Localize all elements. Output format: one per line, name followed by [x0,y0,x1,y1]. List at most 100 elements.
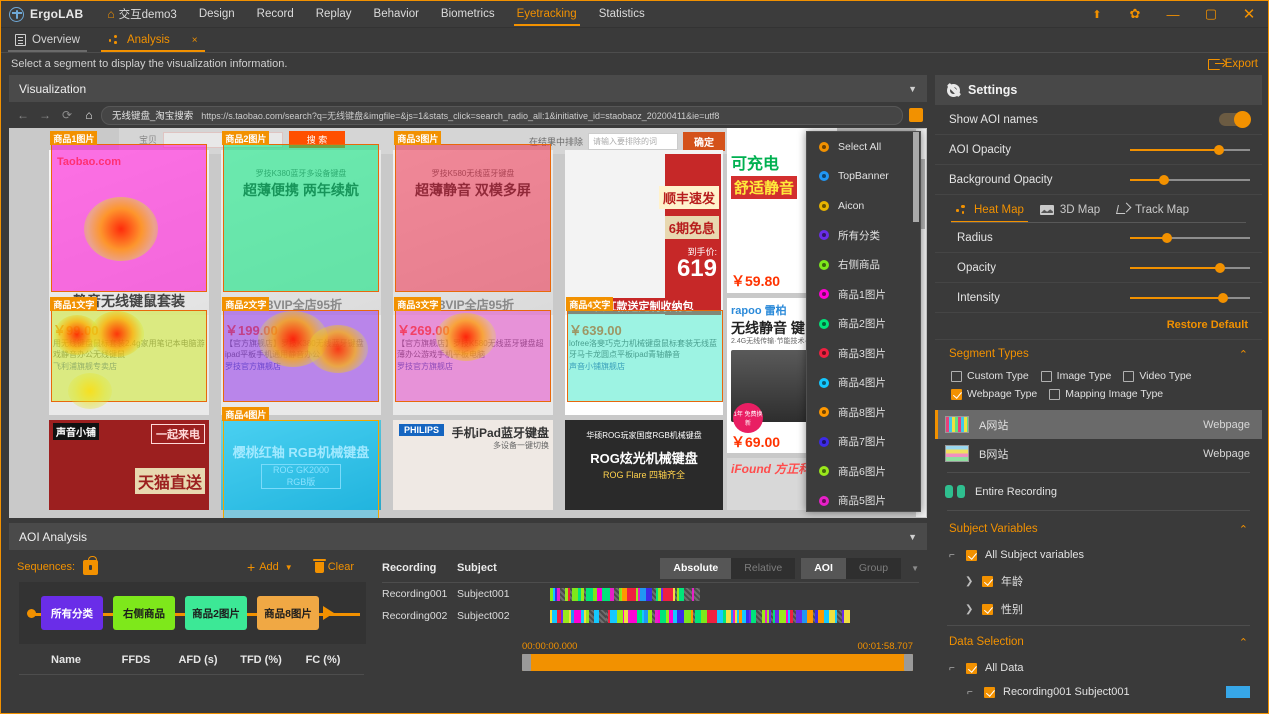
lock-icon[interactable] [83,560,98,575]
tab-track-map[interactable]: Track Map [1112,202,1197,223]
dropdown-scrollbar[interactable] [912,132,920,511]
timeline-handle-right[interactable] [904,654,913,671]
expand-arrow-icon[interactable]: ⌐ [949,550,958,561]
chevron-up-icon[interactable]: ⌃ [1239,636,1248,649]
dropdown-item[interactable]: 商品3图片 [807,339,920,369]
menu-item-replay[interactable]: Replay [305,3,363,26]
sequence-box[interactable]: 商品2图片 [185,596,247,630]
menu-item-record[interactable]: Record [246,3,305,26]
dropdown-item[interactable]: 商品5图片 [807,486,920,512]
dropdown-item[interactable]: 右侧商品 [807,250,920,280]
aoi-dropdown-menu[interactable]: Select AllTopBannerAicon所有分类右侧商品商品1图片商品2… [806,131,921,512]
expand-arrow-icon[interactable]: ⌐ [949,663,958,674]
sequence-box[interactable]: 所有分类 [41,596,103,630]
aoi-region[interactable]: 商品3文字 [395,310,551,402]
dropdown-item[interactable]: 商品6图片 [807,457,920,487]
dropdown-item[interactable]: 所有分类 [807,221,920,251]
tab-3d-map[interactable]: 3D Map [1036,202,1108,223]
aoi-opacity-slider[interactable] [1130,144,1250,156]
menu-item-project[interactable]: ⌂ 交互demo3 [93,1,187,28]
checkbox-box[interactable] [982,576,993,587]
restore-default-button[interactable]: Restore Default [935,313,1262,340]
menu-item-biometrics[interactable]: Biometrics [430,3,506,26]
home-icon[interactable]: ⌂ [79,108,99,122]
sequence-flow[interactable]: 所有分类右侧商品商品2图片商品8图片 [19,582,366,644]
dropdown-item[interactable]: Select All [807,132,920,162]
dropdown-scrollbar-thumb[interactable] [913,132,919,222]
upload-icon[interactable]: ⬆ [1078,1,1116,27]
exclude-confirm-button[interactable]: 确定 [683,132,725,151]
menu-item-eyetracking[interactable]: Eyetracking [506,3,588,26]
checkbox-image-type[interactable]: Image Type [1041,370,1112,382]
chevron-down-icon[interactable]: ▼ [908,532,917,542]
close-icon[interactable]: × [192,35,198,46]
segment-types-header[interactable]: Segment Types ⌃ [935,340,1262,368]
dropdown-item[interactable]: 商品1图片 [807,280,920,310]
export-button[interactable]: Export [1208,58,1258,70]
chevron-right-icon[interactable]: ❯ [965,576,974,587]
tree-row-recording001[interactable]: ⌐ Recording001 Subject001 [935,680,1262,704]
checkbox-box[interactable] [966,663,977,674]
intensity-slider[interactable] [1130,292,1250,304]
exclude-input[interactable]: 请输入要排除的词 [588,133,678,150]
dropdown-item[interactable]: 商品7图片 [807,427,920,457]
gear-icon[interactable]: ✿ [1116,1,1154,27]
reload-icon[interactable]: ⟳ [57,108,77,122]
checkbox-box[interactable] [984,687,995,698]
aoi-timeline-track[interactable] [550,609,850,623]
aoi-region[interactable]: 商品4图片 [223,420,379,518]
chevron-down-icon[interactable]: ▼ [911,564,919,573]
minimize-icon[interactable]: — [1154,1,1192,27]
maximize-icon[interactable]: ▢ [1192,1,1230,27]
show-aoi-names-toggle[interactable] [1219,113,1250,126]
aoi-timeline-track[interactable] [550,587,700,601]
data-selection-header[interactable]: Data Selection ⌃ [935,628,1262,656]
dropdown-item[interactable]: 商品4图片 [807,368,920,398]
tab-heat-map[interactable]: Heat Map [951,202,1032,223]
bookmark-icon[interactable] [909,108,923,122]
checkbox-box[interactable] [966,550,977,561]
product-card[interactable]: 华硕ROG玩家国度RGB机械键盘 ROG炫光机械键盘 ROG Flare 四轴齐… [565,420,723,510]
tab-analysis[interactable]: Analysis × [94,28,212,52]
chevron-up-icon[interactable]: ⌃ [1239,348,1248,361]
opacity-slider[interactable] [1130,262,1250,274]
back-icon[interactable]: ← [13,108,33,122]
subject-variables-header[interactable]: Subject Variables ⌃ [935,515,1262,543]
toggle-absolute[interactable]: Absolute [660,558,731,579]
aoi-region[interactable]: 商品2图片 [223,144,379,292]
tab-overview[interactable]: Overview [1,28,94,52]
chevron-right-icon[interactable]: ❯ [965,604,974,615]
dropdown-item[interactable]: TopBanner [807,162,920,192]
expand-arrow-icon[interactable]: ⌐ [967,687,976,698]
chevron-down-icon[interactable]: ▼ [908,84,917,94]
toggle-group[interactable]: Group [846,558,901,579]
visualization-stage[interactable]: 宝贝 搜 索 在结果中排除 请输入要排除的词 确定 Taobao [9,128,927,518]
close-icon[interactable]: ✕ [1230,1,1268,27]
checkbox-mapping-image-type[interactable]: Mapping Image Type [1049,388,1163,400]
tree-row-all-subject-variables[interactable]: ⌐ All Subject variables [935,543,1262,567]
toggle-aoi[interactable]: AOI [801,558,846,579]
product-card[interactable]: PHILIPS 手机iPad蓝牙键盘 多设备一键切换 [393,420,553,510]
tree-row-age[interactable]: ❯ 年龄 [935,567,1262,595]
tree-row-all-data[interactable]: ⌐ All Data [935,656,1262,680]
color-swatch[interactable] [1226,686,1250,698]
sequence-box[interactable]: 商品8图片 [257,596,319,630]
background-opacity-slider[interactable] [1130,174,1250,186]
menu-item-behavior[interactable]: Behavior [363,3,430,26]
menu-item-design[interactable]: Design [188,3,246,26]
segment-item-b[interactable]: B网站 Webpage [935,439,1262,468]
aoi-region[interactable]: 商品4文字 [567,310,723,402]
aoi-region[interactable]: 商品1图片 [51,144,207,292]
checkbox-video-type[interactable]: Video Type [1123,370,1191,382]
aoi-region[interactable]: 商品1文字 [51,310,207,402]
add-sequence-button[interactable]: + Add ▼ [247,560,293,574]
sequence-box[interactable]: 右侧商品 [113,596,175,630]
timeline-handle-left[interactable] [522,654,531,671]
timeline-range-slider[interactable] [522,654,913,671]
segment-item-a[interactable]: A网站 Webpage [935,410,1262,439]
product-card[interactable]: 声音小铺 一起来电 天猫直送 [49,420,209,510]
table-row[interactable]: Recording001 Subject001 [374,583,927,605]
menu-item-statistics[interactable]: Statistics [588,3,656,26]
chevron-up-icon[interactable]: ⌃ [1239,523,1248,536]
checkbox-webpage-type[interactable]: Webpage Type [951,388,1037,400]
